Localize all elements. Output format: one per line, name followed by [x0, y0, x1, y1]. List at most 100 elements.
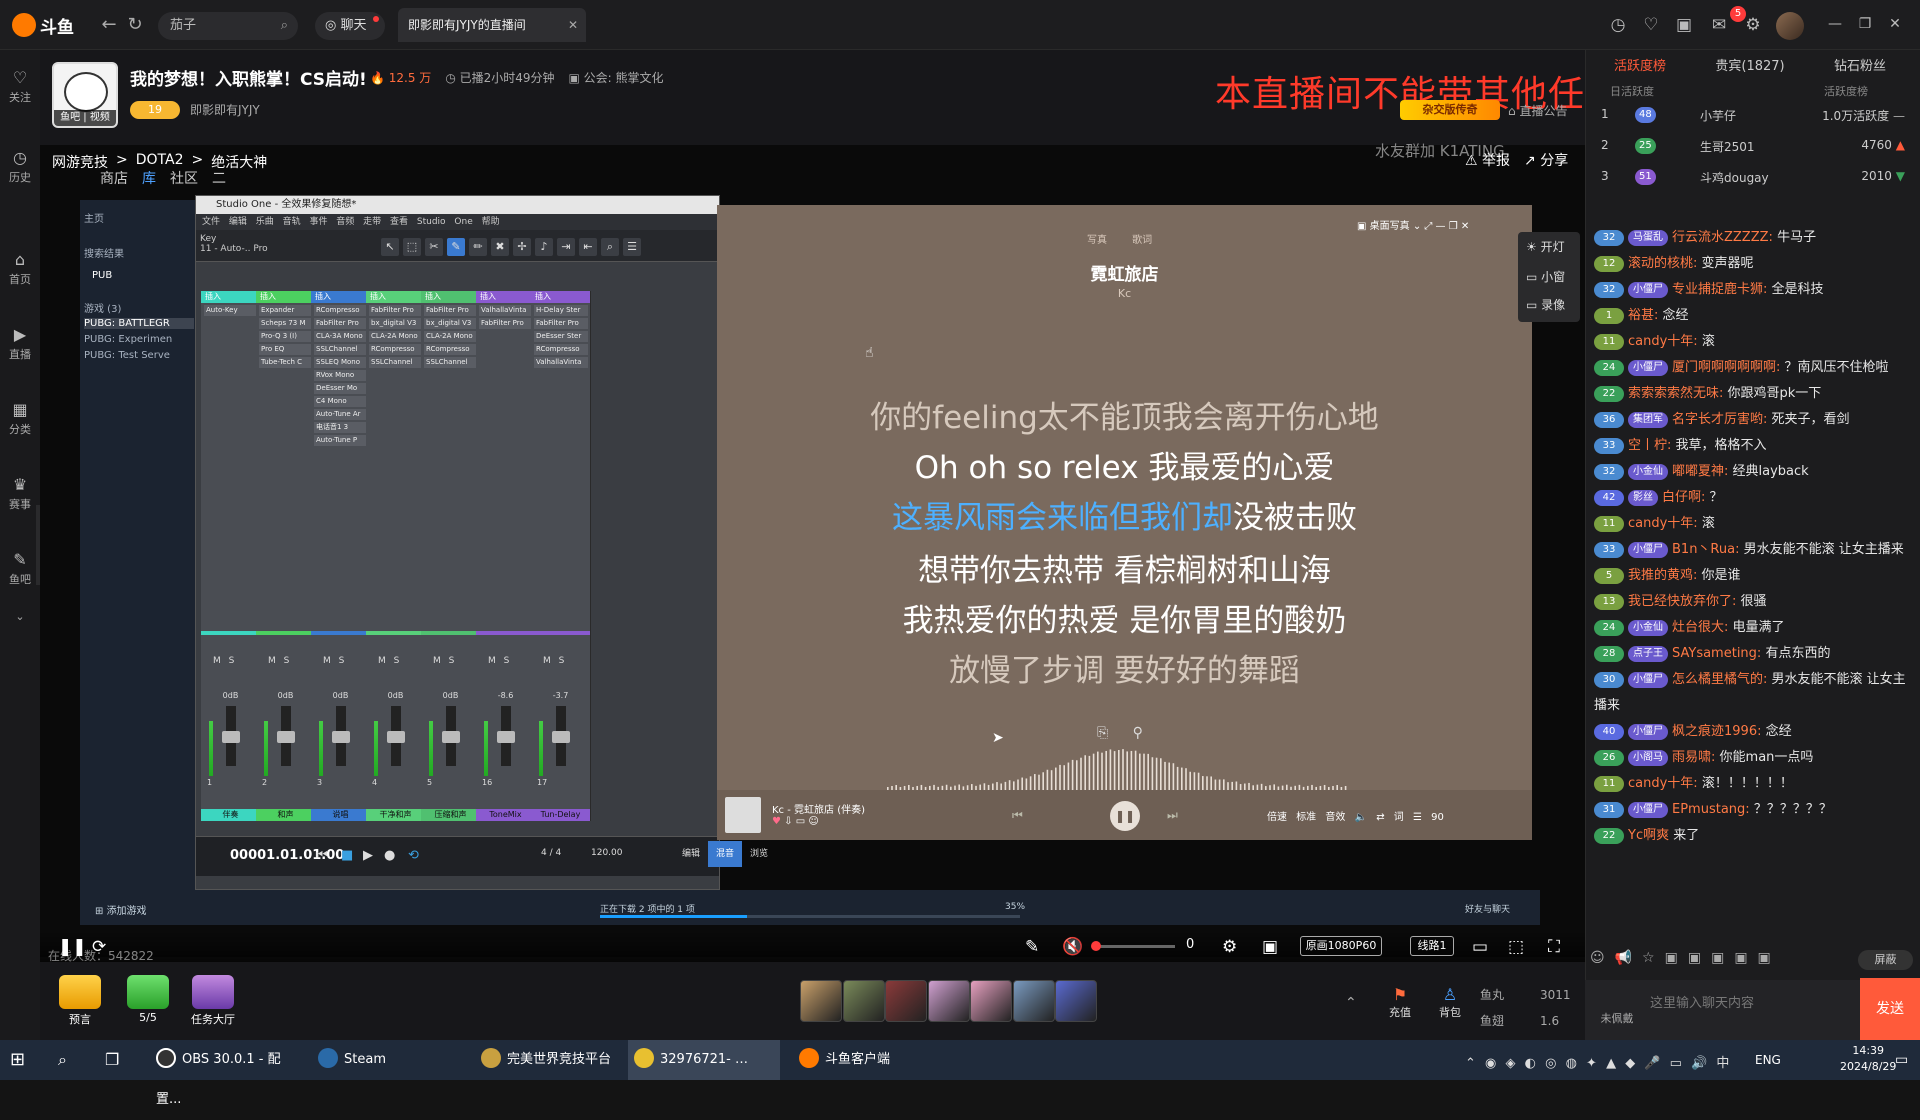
announce[interactable]: ⌂ 直播公告 [1508, 102, 1567, 119]
chat-username[interactable]: 我推的黄鸡: [1628, 568, 1697, 583]
chat-message[interactable]: 32 马蛋乱 行云流水ZZZZZ: 牛马子 [1590, 225, 1915, 251]
chat-message[interactable]: 24 小僵尸 厦门啊啊啊啊啊啊: ？南风压不住枪啦 [1590, 355, 1915, 381]
chat-username[interactable]: candy十年: [1628, 516, 1698, 531]
chat-username[interactable]: candy十年: [1628, 334, 1698, 349]
gift-item[interactable] [970, 980, 1012, 1022]
chat-message[interactable]: 32 小僵尸 专业捕捉鹿卡狮: 全是科技 [1590, 277, 1915, 303]
gift-item[interactable] [1055, 980, 1097, 1022]
mute-icon[interactable]: 🔇 [1062, 937, 1083, 957]
hot-icon[interactable]: ▣ [1665, 950, 1678, 966]
horn-icon[interactable]: 📢 [1615, 950, 1632, 966]
pip-icon[interactable]: ▭ [1472, 937, 1488, 957]
taskbar-steam[interactable]: Steam [312, 1040, 452, 1080]
sub-activity[interactable]: 活跃度榜 [1824, 85, 1868, 98]
clock[interactable]: 14:39 2024/8/29 [1840, 1043, 1896, 1075]
chat-username[interactable]: 行云流水ZZZZZ: [1672, 230, 1773, 245]
chat-username[interactable]: candy十年: [1628, 776, 1698, 791]
chat-username[interactable]: 灶台很大: [1672, 620, 1728, 635]
chat-message[interactable]: 40 小僵尸 枫之痕迹1996: 念经 [1590, 719, 1915, 745]
chat-message[interactable]: 42 影丝 白仔啊: ？ [1590, 485, 1915, 511]
tab-vip[interactable]: 贵宾(1827) [1695, 55, 1805, 74]
message-icon[interactable]: ✉ [1706, 12, 1732, 38]
bag-button[interactable]: ♙ 背包 [1430, 985, 1470, 1020]
rank-row[interactable]: 1 48 小芋仔 1.0万活跃度 — [1595, 103, 1915, 129]
task-view-icon[interactable]: ❐ [105, 1040, 135, 1080]
chat-message[interactable]: 1 裕甚: 念经 [1590, 303, 1915, 329]
avatar-label[interactable]: 鱼吧 | 视频 [54, 110, 116, 126]
nav-home[interactable]: ⌂ 首页 [0, 250, 40, 287]
notification-icon[interactable]: ▭ [1895, 1052, 1908, 1068]
chat-message[interactable]: 5 我推的黄鸡: 你是谁 [1590, 563, 1915, 589]
block-button[interactable]: 屏蔽 [1858, 950, 1913, 970]
minimize-icon[interactable]: — [1825, 14, 1845, 34]
nav-history[interactable]: ◷ 历史 [0, 148, 40, 185]
taskbar-perfectworld[interactable]: 完美世界竞技平台 [475, 1040, 625, 1080]
input-language[interactable]: ENG [1755, 1040, 1781, 1080]
windows-start-icon[interactable]: ⊞ [10, 1040, 40, 1080]
history-icon[interactable]: ◷ [1605, 12, 1631, 38]
gift-item[interactable] [842, 980, 885, 1022]
share-button[interactable]: ↗ 分享 [1524, 150, 1568, 170]
chat-message[interactable]: 33 空丨柠: 我草，格格不入 [1590, 433, 1915, 459]
chat-message[interactable]: 36 集团军 名字长才厉害哟: 死夹子，看剑 [1590, 407, 1915, 433]
streamer-avatar[interactable]: 鱼吧 | 视频 [52, 62, 118, 128]
guild[interactable]: ▣ 公会: 熊掌文化 [569, 69, 664, 86]
nav-category[interactable]: ▦ 分类 [0, 400, 40, 437]
chat-username[interactable]: Yc啊爽 [1628, 828, 1669, 843]
chat-username[interactable]: 索索索索然无味: [1628, 386, 1723, 401]
chat-username[interactable]: 枫之痕迹1996: [1672, 724, 1761, 739]
chat-username[interactable]: 怎么橘里橘气的: [1672, 672, 1767, 687]
fan-icon[interactable]: ▣ [1711, 950, 1724, 966]
gift-item[interactable] [800, 980, 842, 1022]
chat-username[interactable]: 白仔啊: [1662, 490, 1705, 505]
taskbar-folder[interactable]: 32976721- … [628, 1040, 780, 1080]
chat-username[interactable]: 嘟嘟夏神: [1672, 464, 1728, 479]
fire-icon[interactable]: ▣ [1734, 950, 1747, 966]
chat-username[interactable]: 名字长才厉害哟: [1672, 412, 1767, 427]
chat-username[interactable]: 裕甚: [1628, 308, 1658, 323]
sub-daily[interactable]: 日活跃度 [1610, 85, 1654, 98]
nav-more-icon[interactable]: ⌄ [0, 610, 40, 623]
live-tag[interactable]: 杂交版传奇 [1400, 100, 1500, 120]
line-button[interactable]: 线路1 [1410, 936, 1454, 956]
heart-icon[interactable]: ♡ [1638, 12, 1664, 38]
send-button[interactable]: 发送 [1860, 978, 1920, 1040]
super-icon[interactable]: ▣ [1688, 950, 1701, 966]
chat-message[interactable]: 22 索索索索然无味: 你跟鸡哥pk一下 [1590, 381, 1915, 407]
streamer-name[interactable]: 即影即有JYJY [190, 101, 260, 118]
chat-message[interactable]: 13 我已经快放弃你了: 很骚 [1590, 589, 1915, 615]
chat-username[interactable]: 厦门啊啊啊啊啊啊: [1672, 360, 1780, 375]
rank-row[interactable]: 2 25 生哥2501 4760 ▲ [1595, 134, 1915, 160]
tab-diamond[interactable]: 钻石粉丝 [1805, 55, 1915, 74]
task-hall-button[interactable]: 任务大厅 [183, 975, 243, 1027]
tray-icons[interactable]: ⌃ ◉ ◈ ◐ ◎ ◍ ✦ ▲ ◆ 🎤 ▭ 🔊 中 [1465, 1052, 1729, 1071]
taskbar-douyu[interactable]: 斗鱼客户端 [793, 1040, 943, 1080]
report-button[interactable]: ⚠ 举报 [1465, 150, 1510, 170]
gift-item[interactable] [1012, 980, 1055, 1022]
star-icon[interactable]: ☆ [1642, 950, 1655, 966]
calendar-icon[interactable]: ▣ [1671, 12, 1697, 38]
expand-gifts-icon[interactable]: ⌃ [1345, 995, 1357, 1011]
chat-username[interactable]: 雨易啸: [1672, 750, 1715, 765]
nav-follow[interactable]: ♡ 关注 [0, 68, 40, 105]
back-icon[interactable]: ← [96, 12, 122, 38]
chat-message[interactable]: 28 点子王 SAYsameting: 有点东西的 [1590, 641, 1915, 667]
screenshot-icon[interactable]: ▣ [1262, 937, 1278, 957]
chat-message[interactable]: 31 小僵尸 EPmustang: ？？？？？？ [1590, 797, 1915, 823]
chat-username[interactable]: 空丨柠: [1628, 438, 1671, 453]
danmaku-icon[interactable]: ✎ [1025, 937, 1039, 957]
nav-fishbar[interactable]: ✎ 鱼吧 [0, 550, 40, 587]
chat-message[interactable]: 32 小金仙 嘟嘟夏神: 经典layback [1590, 459, 1915, 485]
rank-row[interactable]: 3 51 斗鸡dougay 2010 ▼ [1595, 165, 1915, 191]
recharge-button[interactable]: ⚑ 充值 [1380, 985, 1420, 1020]
chat-message[interactable]: 26 小阁马 雨易啸: 你能man一点吗 [1590, 745, 1915, 771]
record-button[interactable]: ▭ 录像 [1526, 296, 1565, 313]
chat-username[interactable]: 滚动的核桃: [1628, 256, 1697, 271]
chat-message[interactable]: 12 滚动的核桃: 变声器呢 [1590, 251, 1915, 277]
quality-button[interactable]: 原画1080P60 [1300, 936, 1382, 956]
settings-gear-icon[interactable]: ⚙ [1222, 937, 1237, 957]
fullscreen-icon[interactable]: ⛶ [1548, 937, 1560, 957]
search-input[interactable]: 茄子 ⌕ [158, 12, 298, 40]
widescreen-icon[interactable]: ⬚ [1508, 937, 1524, 957]
nav-events[interactable]: ♛ 赛事 [0, 475, 40, 512]
